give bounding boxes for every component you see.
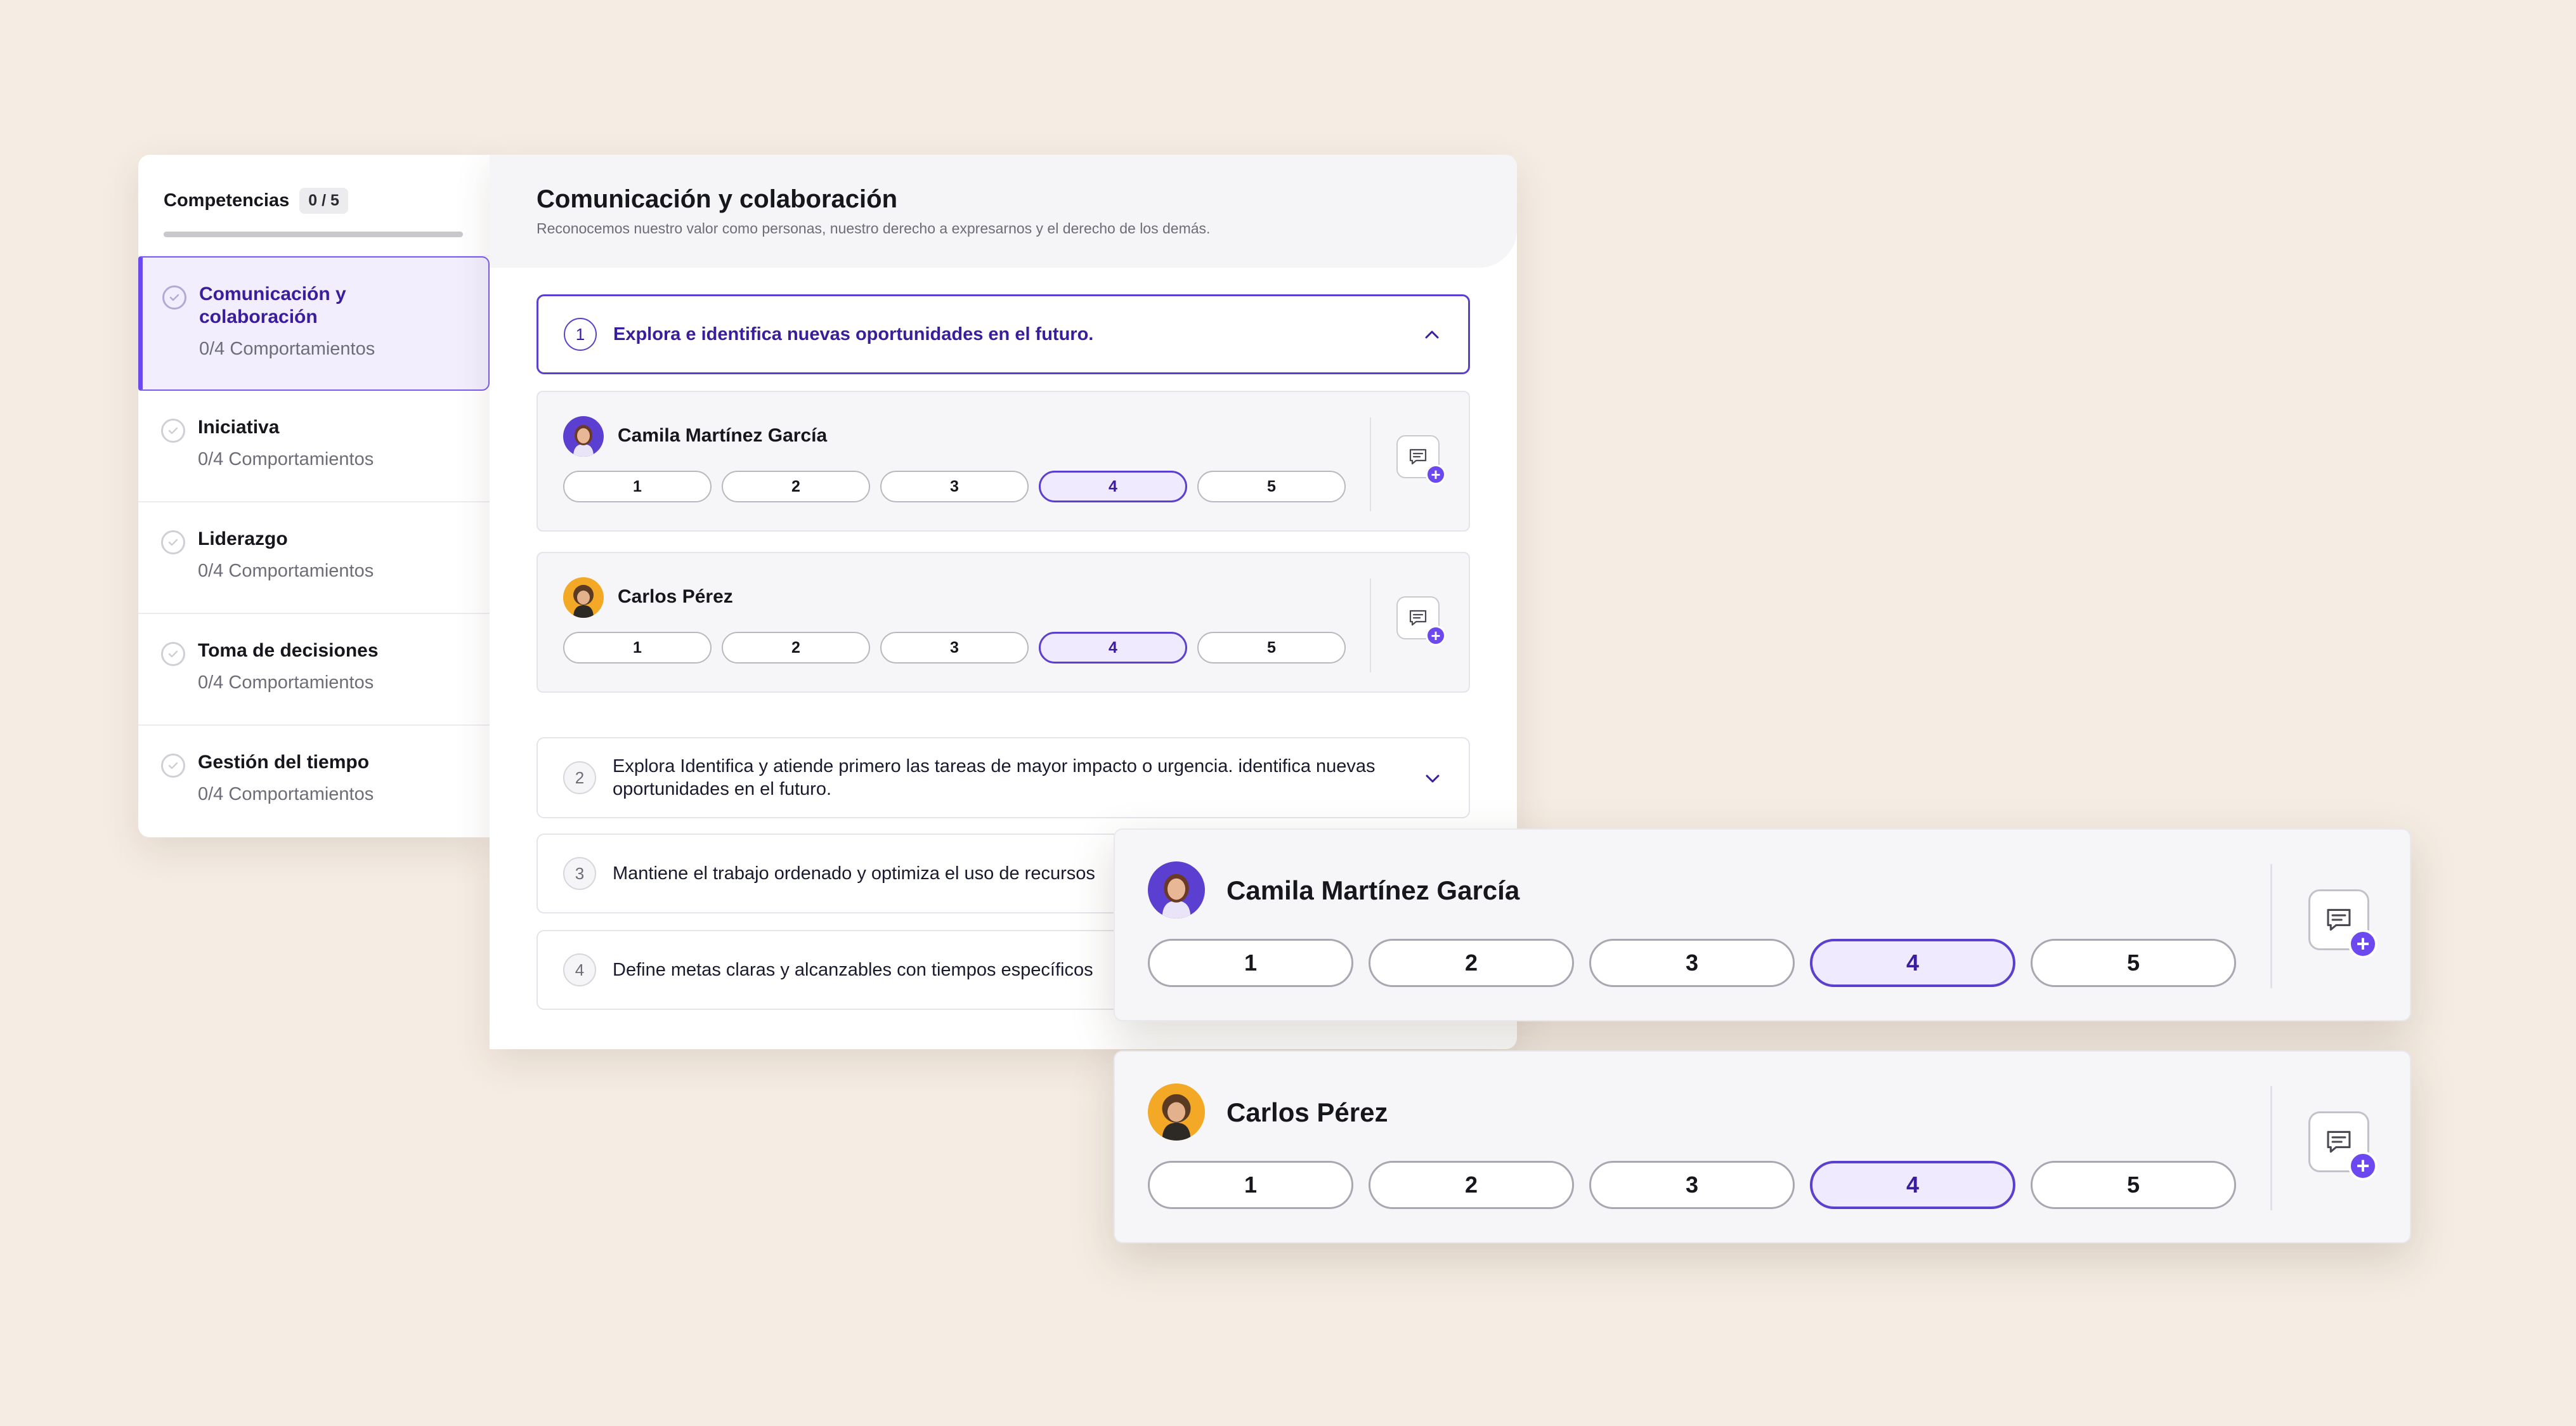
rating-option-4[interactable]: 4 xyxy=(1810,1161,2015,1209)
rating-option-5[interactable]: 5 xyxy=(1197,632,1346,664)
rating-option-1[interactable]: 1 xyxy=(563,471,712,502)
sidebar-item-progress: 0/4 Comportamientos xyxy=(198,449,374,469)
plus-icon: + xyxy=(2348,1151,2378,1181)
rating-scale: 1 2 3 4 5 xyxy=(1148,1161,2236,1209)
plus-icon: + xyxy=(2348,929,2378,958)
behavior-number: 1 xyxy=(564,318,597,351)
sidebar-item-iniciativa[interactable]: Iniciativa 0/4 Comportamientos xyxy=(138,391,490,502)
avatar xyxy=(563,416,604,457)
sidebar-item-label: Iniciativa xyxy=(198,417,280,438)
rating-option-2[interactable]: 2 xyxy=(722,632,870,664)
divider xyxy=(2270,1086,2272,1210)
sidebar-item-progress: 0/4 Comportamientos xyxy=(198,672,374,693)
sidebar-item-liderazgo[interactable]: Liderazgo 0/4 Comportamientos xyxy=(138,502,490,614)
rating-option-3[interactable]: 3 xyxy=(880,471,1029,502)
chevron-up-icon[interactable] xyxy=(1422,325,1441,344)
rating-option-3[interactable]: 3 xyxy=(880,632,1029,664)
rating-option-3[interactable]: 3 xyxy=(1589,939,1795,987)
rating-option-1[interactable]: 1 xyxy=(563,632,712,664)
comment-icon xyxy=(2327,908,2351,931)
rating-scale: 1 2 3 4 5 xyxy=(563,632,1346,664)
behavior-number: 2 xyxy=(563,761,596,794)
rater-name: Carlos Pérez xyxy=(1226,1097,1388,1127)
check-circle-icon xyxy=(161,754,185,778)
rater-name: Camila Martínez García xyxy=(618,425,828,446)
add-comment-button[interactable]: + xyxy=(1396,596,1446,646)
sidebar-item-gestion-del-tiempo[interactable]: Gestión del tiempo 0/4 Comportamientos xyxy=(138,726,490,837)
competencies-count-badge: 0 / 5 xyxy=(299,188,348,214)
sidebar-item-comunicacion[interactable]: Comunicación y colaboración 0/4 Comporta… xyxy=(138,256,490,391)
sidebar-header: Competencias 0 / 5 xyxy=(138,155,490,256)
sidebar-item-progress: 0/4 Comportamientos xyxy=(198,784,374,804)
sidebar-item-progress: 0/4 Comportamientos xyxy=(198,561,374,581)
sidebar-title: Competencias xyxy=(164,190,290,211)
rating-option-2[interactable]: 2 xyxy=(1369,939,1574,987)
add-comment-button[interactable]: + xyxy=(2308,889,2378,958)
behavior-accordion-2[interactable]: 2 Explora Identifica y atiende primero l… xyxy=(537,737,1470,818)
divider xyxy=(2270,864,2272,988)
rating-option-3[interactable]: 3 xyxy=(1589,1161,1795,1209)
check-circle-icon xyxy=(161,419,185,443)
sidebar-item-label: Liderazgo xyxy=(198,528,288,549)
competency-header: Comunicación y colaboración Reconocemos … xyxy=(490,155,1517,268)
check-circle-icon xyxy=(161,642,185,666)
competencies-progress-bar xyxy=(164,232,463,237)
avatar xyxy=(1148,1083,1205,1141)
check-circle-icon xyxy=(162,285,186,310)
rating-scale: 1 2 3 4 5 xyxy=(1148,939,2236,987)
plus-icon: + xyxy=(1426,625,1446,646)
avatar xyxy=(563,577,604,618)
rating-option-1[interactable]: 1 xyxy=(1148,939,1353,987)
comment-icon xyxy=(1409,610,1427,626)
rating-option-5[interactable]: 5 xyxy=(2031,1161,2236,1209)
check-circle-icon xyxy=(161,530,185,554)
rating-option-1[interactable]: 1 xyxy=(1148,1161,1353,1209)
rater-row: Camila Martínez García 1 2 3 4 5 + xyxy=(537,391,1470,532)
comment-icon xyxy=(1409,448,1427,465)
competencies-sidebar: Competencias 0 / 5 Comunicación y colabo… xyxy=(138,155,490,837)
rating-option-4[interactable]: 4 xyxy=(1039,471,1187,502)
rater-name: Camila Martínez García xyxy=(1226,875,1520,905)
rating-scale: 1 2 3 4 5 xyxy=(563,471,1346,502)
page-title: Comunicación y colaboración xyxy=(537,185,898,213)
sidebar-item-label: Toma de decisiones xyxy=(198,640,379,661)
sidebar-item-progress: 0/4 Comportamientos xyxy=(199,339,375,359)
behavior-accordion-1[interactable]: 1 Explora e identifica nuevas oportunida… xyxy=(537,294,1470,374)
add-comment-button[interactable]: + xyxy=(2308,1111,2378,1181)
rating-option-5[interactable]: 5 xyxy=(2031,939,2236,987)
competency-description: Reconocemos nuestro valor como personas,… xyxy=(537,220,1211,237)
rater-name: Carlos Pérez xyxy=(618,586,733,607)
comment-icon xyxy=(2327,1130,2351,1153)
plus-icon: + xyxy=(1426,464,1446,485)
rater-card-large: Camila Martínez García 1 2 3 4 5 + xyxy=(1114,828,2411,1021)
rating-option-4[interactable]: 4 xyxy=(1810,939,2015,987)
behavior-text: Explora Identifica y atiende primero las… xyxy=(613,756,1376,799)
rating-option-2[interactable]: 2 xyxy=(1369,1161,1574,1209)
behavior-text: Explora e identifica nuevas oportunidade… xyxy=(613,324,1094,344)
behavior-number: 4 xyxy=(563,953,596,986)
divider xyxy=(1370,579,1371,672)
rating-option-2[interactable]: 2 xyxy=(722,471,870,502)
sidebar-item-label: Comunicación y colaboración xyxy=(199,284,346,327)
rating-option-4[interactable]: 4 xyxy=(1039,632,1187,664)
sidebar-item-label: Gestión del tiempo xyxy=(198,752,370,773)
sidebar-item-toma-de-decisiones[interactable]: Toma de decisiones 0/4 Comportamientos xyxy=(138,614,490,726)
add-comment-button[interactable]: + xyxy=(1396,435,1446,485)
avatar xyxy=(1148,861,1205,919)
rater-card-large: Carlos Pérez 1 2 3 4 5 + xyxy=(1114,1050,2411,1243)
behavior-number: 3 xyxy=(563,857,596,890)
rater-row: Carlos Pérez 1 2 3 4 5 + xyxy=(537,552,1470,693)
rating-option-5[interactable]: 5 xyxy=(1197,471,1346,502)
chevron-down-icon[interactable] xyxy=(1423,769,1442,788)
divider xyxy=(1370,417,1371,511)
